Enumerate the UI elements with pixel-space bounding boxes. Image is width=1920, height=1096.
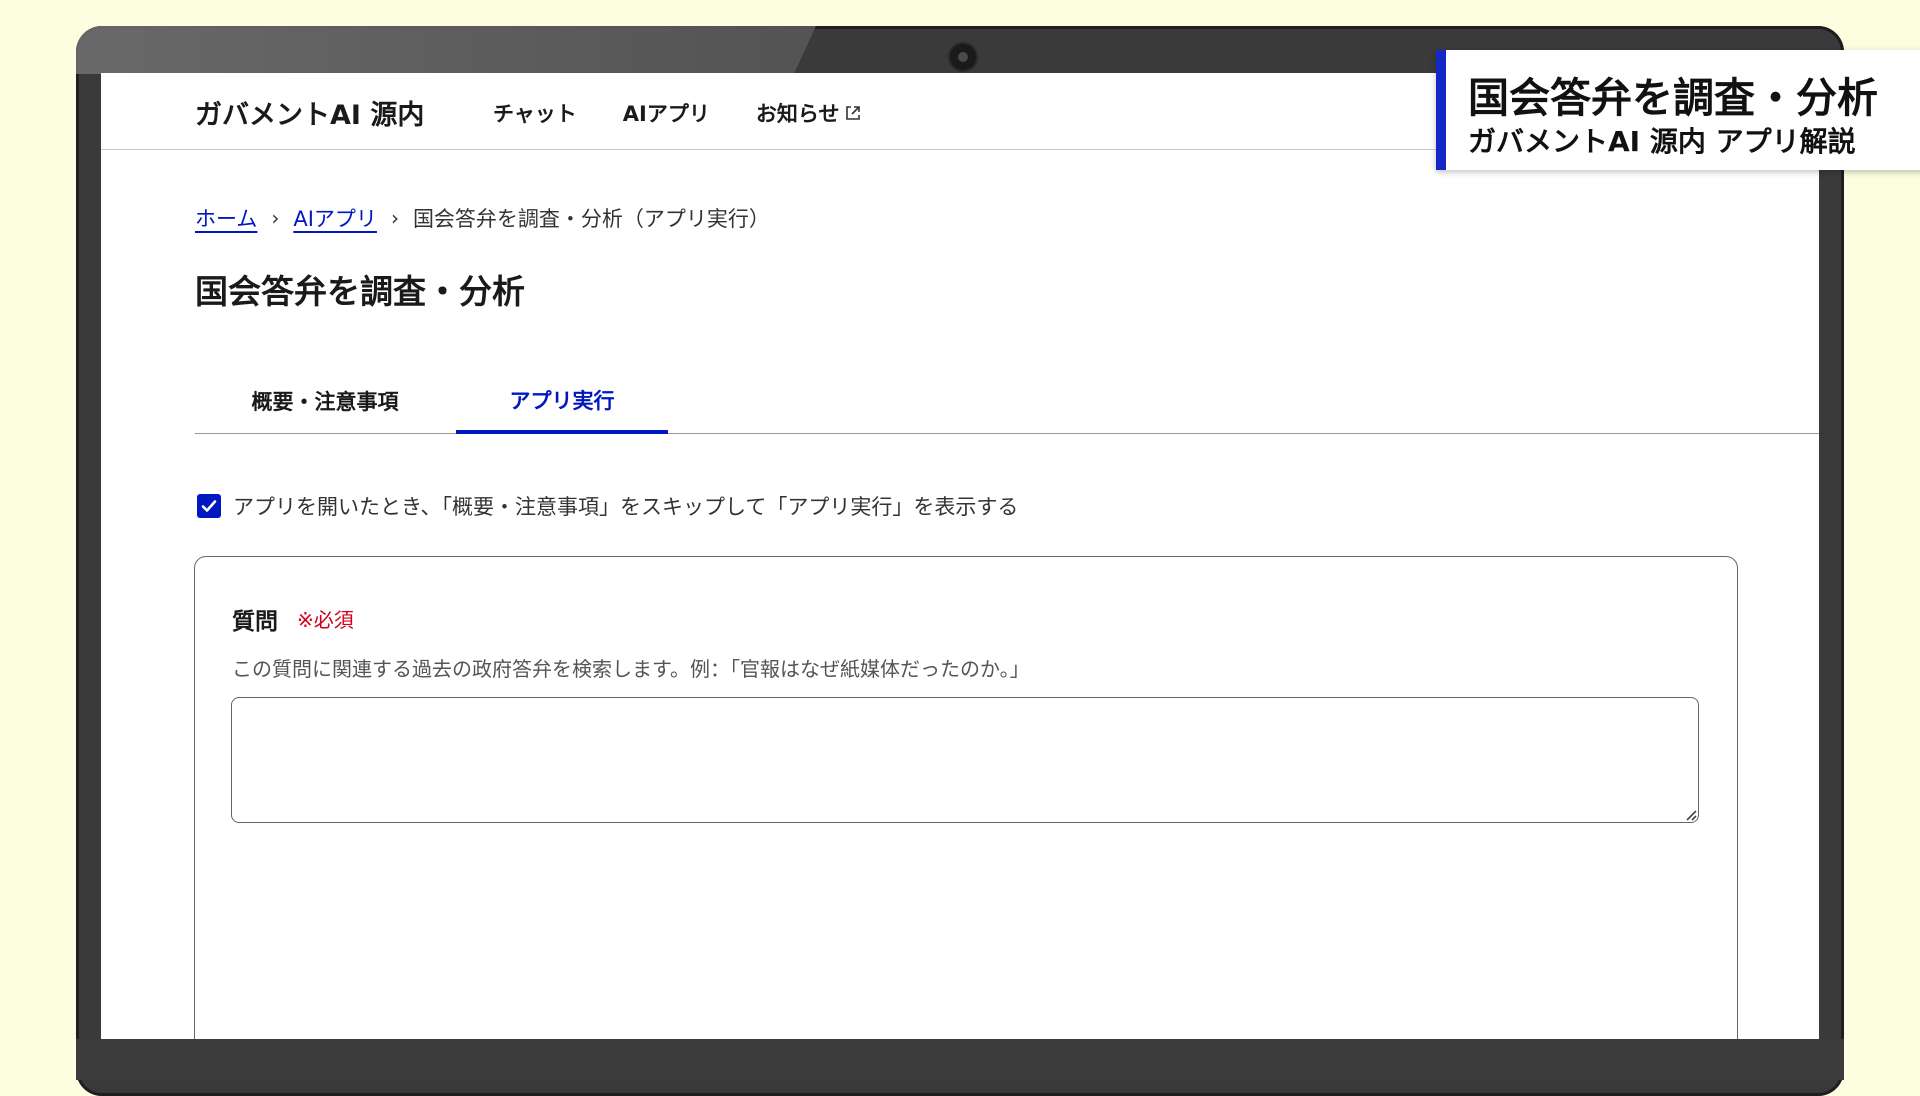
video-caption: 国会答弁を調査・分析 ガバメントAI 源内 アプリ解説 [1436, 50, 1920, 170]
skip-overview-label[interactable]: アプリを開いたとき、「概要・注意事項」をスキップして「アプリ実行」を表示する [233, 491, 1018, 521]
breadcrumb-ai-apps[interactable]: AIアプリ [293, 203, 377, 233]
chevron-right-icon: › [390, 206, 399, 230]
page-title: 国会答弁を調査・分析 [195, 272, 525, 311]
tab-overview[interactable]: 概要・注意事項 [195, 369, 455, 433]
breadcrumb-home[interactable]: ホーム [195, 203, 257, 233]
required-mark: ※必須 [297, 608, 354, 632]
skip-overview-checkbox[interactable] [197, 494, 221, 518]
camera-icon [948, 42, 978, 72]
brand-logo[interactable]: ガバメントAI 源内 [195, 93, 424, 132]
question-input[interactable] [231, 697, 1699, 823]
check-icon [201, 500, 217, 512]
breadcrumb-current: 国会答弁を調査・分析（アプリ実行） [412, 207, 770, 231]
breadcrumb: ホーム › AIアプリ › 国会答弁を調査・分析（アプリ実行） [195, 203, 770, 233]
nav-news-label: お知らせ [755, 102, 840, 126]
resize-handle-icon[interactable] [1683, 807, 1697, 821]
tab-bar: 概要・注意事項 アプリ実行 [195, 369, 1819, 434]
external-link-icon [846, 106, 861, 120]
caption-title: 国会答弁を調査・分析 [1468, 74, 1878, 122]
tab-app-run[interactable]: アプリ実行 [456, 369, 668, 434]
question-label: 質問 [232, 609, 278, 635]
bezel-gloss [76, 26, 816, 74]
caption-subtitle: ガバメントAI 源内 アプリ解説 [1468, 125, 1856, 158]
nav-news[interactable]: お知らせ [756, 98, 862, 128]
nav-ai-apps[interactable]: AIアプリ [623, 98, 710, 128]
laptop-bottom-bezel [76, 1039, 1844, 1080]
skip-overview-option: アプリを開いたとき、「概要・注意事項」をスキップして「アプリ実行」を表示する [197, 491, 1018, 521]
question-help-text: この質問に関連する過去の政府答弁を検索します。例：「官報はなぜ紙媒体だったのか。… [232, 657, 1030, 681]
main-nav: チャット AIアプリ お知らせ [493, 98, 861, 128]
app-screen: ガバメントAI 源内 チャット AIアプリ お知らせ ホーム › AIアプリ ›… [101, 73, 1819, 1039]
nav-chat[interactable]: チャット [493, 98, 577, 128]
question-form-card: 質問 ※必須 この質問に関連する過去の政府答弁を検索します。例：「官報はなぜ紙媒… [194, 556, 1738, 1039]
chevron-right-icon: › [271, 206, 280, 230]
